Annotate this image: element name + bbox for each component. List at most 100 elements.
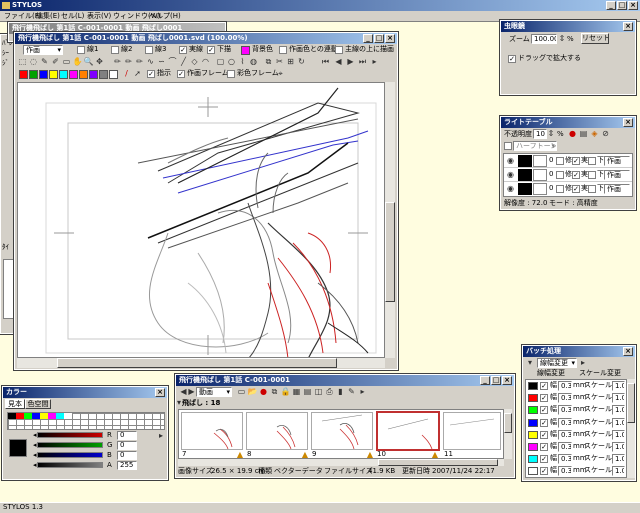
select-rect-icon[interactable]: ⬚ [17, 57, 28, 67]
layer-select[interactable]: 作画 ▾ [23, 45, 63, 55]
magnifier-close-button[interactable]: × [623, 22, 633, 31]
move-icon[interactable]: ✥ [94, 57, 105, 67]
batch-row[interactable]: ✓幅0.3mmスケール1.0 [526, 453, 626, 465]
lt-fix-checkbox[interactable] [556, 157, 564, 165]
menu-view[interactable]: 表示(V) [87, 12, 111, 21]
timeline-minimize-button[interactable]: _ [480, 376, 490, 385]
color-swatch-9[interactable] [109, 70, 118, 79]
palette-swatch[interactable] [56, 413, 64, 419]
menu-help[interactable]: ヘルプ(H) [149, 12, 181, 21]
slider-track[interactable] [37, 432, 103, 438]
slider-handle-icon[interactable]: ◂ [33, 441, 37, 449]
canvas-vscroll-thumb[interactable] [385, 202, 395, 302]
batch-row-checkbox[interactable]: ✓ [540, 406, 548, 415]
batch-scale-input[interactable]: 1.0 [612, 381, 625, 391]
color-menu-icon[interactable]: ▸ [157, 431, 165, 441]
opacity-input[interactable]: 10 [533, 129, 547, 139]
lt-add-icon[interactable]: ◈ [589, 129, 600, 139]
batch-scale-input[interactable]: 1.0 [612, 393, 625, 404]
lt-layer-select[interactable]: 作画 [604, 184, 630, 194]
layer-1-checkbox[interactable] [77, 46, 85, 54]
batch-close-button[interactable]: × [623, 347, 633, 356]
lasso-icon[interactable]: ◌ [28, 57, 39, 67]
zoom-icon[interactable]: 🔍 [83, 57, 94, 67]
solid-line-checkbox[interactable]: ✓ [179, 46, 187, 54]
frame-hscroll[interactable] [178, 459, 504, 466]
tl-record-icon[interactable]: ● [258, 387, 269, 397]
halftone-checkbox[interactable] [504, 142, 512, 150]
prev-frame-icon[interactable]: ◀ [333, 57, 344, 67]
rect-tool-icon[interactable]: ▢ [215, 57, 226, 67]
canvas-hscroll-thumb[interactable] [57, 358, 337, 368]
eye-icon[interactable]: ◉ [505, 156, 516, 166]
color-swatch-4[interactable] [59, 70, 68, 79]
arrow-tool-icon[interactable]: ➚ [132, 69, 143, 79]
palette-swatch[interactable] [16, 413, 24, 419]
palette-swatch[interactable] [32, 413, 40, 419]
batch-arrow-icon[interactable]: ▾ [525, 358, 535, 368]
batch-row[interactable]: ✓幅0.3mmスケール1.0 [526, 404, 626, 416]
draw-frame-checkbox[interactable]: ✓ [177, 70, 185, 78]
batch-row-checkbox[interactable]: ✓ [540, 394, 548, 403]
halftone-select[interactable]: ハーフトーン ▾ [513, 141, 557, 151]
batch-scale-input[interactable]: 1.0 [612, 442, 625, 452]
tl-print-icon[interactable]: ⎙ [324, 387, 335, 397]
slider-value-input[interactable]: 255 [117, 461, 137, 470]
lt-record-icon[interactable]: ● [567, 129, 578, 139]
palette-swatch[interactable] [8, 413, 16, 419]
batch-row-checkbox[interactable]: ✓ [540, 455, 548, 464]
lt-solid-checkbox[interactable]: ✓ [572, 157, 580, 165]
color-swatch-0[interactable] [19, 70, 28, 79]
eye-icon[interactable]: ◉ [505, 184, 516, 194]
curve-1-icon[interactable]: ∿ [145, 57, 156, 67]
reset-button[interactable]: リセット [581, 33, 609, 44]
tl-stamp-icon[interactable]: ◫ [313, 387, 324, 397]
ellipse-tool-icon[interactable]: ○ [226, 57, 237, 67]
pencil-3-icon[interactable]: ✏ [134, 57, 145, 67]
slider-handle-icon[interactable]: ◂ [33, 451, 37, 459]
bg-color-swatch[interactable] [241, 46, 250, 55]
transform-icon[interactable]: ⊞ [285, 57, 296, 67]
draw-over-checkbox[interactable] [335, 46, 343, 54]
arc-icon[interactable]: ◠ [200, 57, 211, 67]
batch-more-icon[interactable]: ▸ [579, 358, 587, 368]
frame-thumb-2[interactable] [246, 412, 308, 450]
color-slider-r[interactable]: ◂ R 0 [33, 431, 157, 440]
lt-fix-checkbox[interactable] [556, 185, 564, 193]
frame-hscroll-thumb[interactable] [378, 459, 498, 466]
batch-width-input[interactable]: 0.3 [558, 381, 572, 391]
batch-row[interactable]: ✓幅0.3mmスケール1.0 [526, 392, 626, 404]
canvas-close-button[interactable]: × [385, 34, 395, 43]
batch-width-input[interactable]: 0.3 [558, 417, 572, 428]
menu-cell[interactable]: セル(L) [61, 12, 84, 21]
tab-colorspace[interactable]: 色空間 [25, 399, 51, 409]
lt-under-checkbox[interactable] [588, 157, 596, 165]
batch-width-input[interactable]: 0.3 [558, 466, 572, 477]
pencil-1-icon[interactable]: ✏ [112, 57, 123, 67]
batch-scale-input[interactable]: 1.0 [612, 466, 625, 477]
layer-2-checkbox[interactable] [111, 46, 119, 54]
instruction-checkbox[interactable]: ✓ [147, 70, 155, 78]
brush-icon[interactable]: ✐ [50, 57, 61, 67]
drawing-canvas[interactable] [17, 82, 385, 358]
lt-under-checkbox[interactable] [588, 171, 596, 179]
tl-bar-icon[interactable]: ▮ [335, 387, 346, 397]
batch-scale-input[interactable]: 1.0 [612, 429, 625, 440]
tl-new-icon[interactable]: ▭ [236, 387, 247, 397]
timeline-select[interactable]: 動画 ▾ [196, 387, 232, 397]
color-swatch-5[interactable] [69, 70, 78, 79]
canvas-hscroll[interactable] [17, 358, 385, 368]
line-icon[interactable]: ╱ [178, 57, 189, 67]
slider-handle-icon[interactable]: ◂ [33, 431, 37, 439]
last-frame-icon[interactable]: ⏭ [357, 57, 368, 67]
red-line-icon[interactable]: / [121, 69, 132, 79]
drag-zoom-checkbox[interactable]: ✓ [508, 55, 516, 63]
lt-solid-checkbox[interactable]: ✓ [572, 185, 580, 193]
tl-edit-icon[interactable]: ✎ [346, 387, 357, 397]
tl-lock-icon[interactable]: 🔒 [280, 387, 291, 397]
timeline-maximize-button[interactable]: □ [491, 376, 501, 385]
lt-fix-checkbox[interactable] [556, 171, 564, 179]
color-swatch-3[interactable] [49, 70, 58, 79]
lighttable-close-button[interactable]: × [623, 118, 633, 127]
crosshair-icon[interactable]: ⌖ [275, 69, 286, 79]
